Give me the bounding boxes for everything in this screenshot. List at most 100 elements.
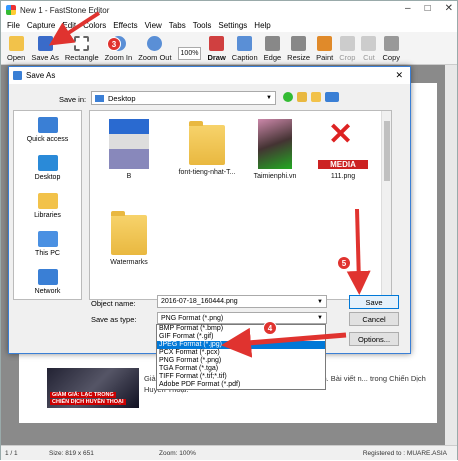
save-icon — [13, 71, 22, 80]
up-folder-icon[interactable] — [297, 92, 307, 102]
menu-edit[interactable]: Edit — [62, 21, 76, 30]
desktop-icon — [37, 155, 58, 171]
folder-icon — [189, 121, 225, 165]
dialog-close-button[interactable]: ✕ — [395, 70, 403, 81]
options-button[interactable]: Options... — [349, 332, 399, 346]
save-as-type-label: Save as type: — [91, 315, 137, 324]
zoom-status: Zoom: 100% — [159, 449, 196, 457]
canvas-scrollbar[interactable] — [445, 65, 457, 445]
file-list: B font-tieng-nhat-T... Taimienphi.vn ✕ M… — [89, 110, 392, 300]
file-item[interactable]: font-tieng-nhat-T... — [172, 119, 242, 176]
star-icon — [37, 117, 58, 133]
chevron-down-icon: ▼ — [317, 315, 323, 321]
save-in-select[interactable]: Desktop ▼ — [91, 91, 276, 105]
type-option-selected[interactable]: JPEG Format (*.jpg) — [157, 341, 325, 349]
status-bar: 1 / 1 Size: 819 x 651 Zoom: 100% Registe… — [1, 445, 457, 460]
file-type-dropdown: BMP Format (*.bmp) GIF Format (*.gif) JP… — [156, 324, 326, 390]
file-item[interactable]: B — [94, 119, 164, 180]
network-icon — [37, 269, 58, 285]
dialog-title-bar: Save As ✕ — [9, 67, 410, 84]
registration-text: Registered to : MUARE.ASIA — [362, 449, 447, 457]
copy-button[interactable]: Copy — [380, 36, 402, 64]
open-icon — [8, 36, 24, 51]
photo-thumbnail — [258, 119, 292, 169]
image-thumbnail — [109, 119, 149, 169]
save-button[interactable]: Save — [349, 295, 399, 309]
step-3-badge: 3 — [107, 37, 121, 51]
type-option[interactable]: BMP Format (*.bmp) — [157, 325, 325, 333]
place-libraries[interactable]: Libraries — [14, 187, 81, 225]
app-icon — [6, 5, 16, 15]
file-item[interactable]: Watermarks — [94, 209, 164, 266]
menu-settings[interactable]: Settings — [218, 21, 247, 30]
close-button[interactable]: ✕ — [445, 3, 453, 14]
resize-icon — [291, 36, 307, 51]
menu-help[interactable]: Help — [254, 21, 270, 30]
resize-button[interactable]: Resize — [285, 36, 312, 64]
folder-icon — [111, 211, 147, 255]
place-quick-access[interactable]: Quick access — [14, 111, 81, 149]
menu-view[interactable]: View — [145, 21, 162, 30]
menu-effects[interactable]: Effects — [113, 21, 137, 30]
zoom-out-icon — [147, 36, 163, 51]
logo-thumbnail: ✕ MEDIA — [318, 119, 368, 169]
cancel-button[interactable]: Cancel — [349, 312, 399, 326]
file-item[interactable]: Taimienphi.vn — [240, 119, 310, 180]
type-option[interactable]: GIF Format (*.gif) — [157, 333, 325, 341]
menu-tabs[interactable]: Tabs — [169, 21, 186, 30]
computer-icon — [37, 231, 58, 247]
draw-icon — [209, 36, 225, 51]
image-size: Size: 819 x 651 — [49, 449, 94, 457]
edge-button[interactable]: Edge — [262, 36, 284, 64]
save-in-label: Save in: — [59, 95, 87, 104]
view-menu-icon[interactable] — [325, 92, 339, 102]
menu-colors[interactable]: Colors — [83, 21, 106, 30]
type-option[interactable]: PNG Format (*.png) — [157, 357, 325, 365]
step-5-badge: 5 — [337, 256, 351, 270]
paint-button[interactable]: Paint — [314, 36, 335, 64]
page-indicator: 1 / 1 — [5, 449, 18, 457]
type-option[interactable]: Adobe PDF Format (*.pdf) — [157, 381, 325, 389]
zoom-level-select[interactable]: 100% — [176, 47, 204, 64]
scissors-icon — [361, 36, 377, 51]
zoom-out-button[interactable]: Zoom Out — [136, 36, 173, 64]
menu-capture[interactable]: Capture — [27, 21, 55, 30]
desktop-icon — [95, 94, 104, 102]
file-item[interactable]: ✕ MEDIA 111.png — [308, 119, 378, 180]
new-folder-icon[interactable] — [311, 92, 321, 102]
menu-bar: File Capture Edit Colors Effects View Ta… — [1, 19, 457, 32]
type-option[interactable]: PCX Format (*.pcx) — [157, 349, 325, 357]
cut-button[interactable]: Cut — [359, 36, 378, 64]
place-desktop[interactable]: Desktop — [14, 149, 81, 187]
place-this-pc[interactable]: This PC — [14, 225, 81, 263]
window-title: New 1 - FastStone Editor — [20, 5, 110, 15]
minimize-button[interactable]: – — [405, 3, 411, 14]
crop-button[interactable]: Crop — [337, 36, 357, 64]
type-option[interactable]: TIFF Format (*.tif;*.tif) — [157, 373, 325, 381]
crop-icon — [339, 36, 355, 51]
toolbar: Open Save As Rectangle Zoom In Zoom Out … — [1, 32, 457, 65]
menu-file[interactable]: File — [7, 21, 20, 30]
type-option[interactable]: TGA Format (*.tga) — [157, 365, 325, 373]
maximize-button[interactable]: □ — [425, 3, 431, 14]
rectangle-button[interactable]: Rectangle — [63, 36, 101, 64]
article-image: GIẢM GIÁ: LẠC TRONG CHIẾN DỊCH HUYỀN THO… — [47, 368, 139, 408]
place-network[interactable]: Network — [14, 263, 81, 301]
edge-icon — [264, 36, 280, 51]
draw-button[interactable]: Draw — [205, 36, 227, 64]
caption-button[interactable]: Caption — [230, 36, 260, 64]
open-button[interactable]: Open — [5, 36, 27, 64]
menu-tools[interactable]: Tools — [193, 21, 212, 30]
object-name-input[interactable]: 2016-07-18_160444.png ▼ — [157, 295, 327, 308]
chevron-down-icon: ▼ — [266, 95, 272, 101]
save-as-dialog: Save As ✕ Save in: Desktop ▼ Quick acces… — [8, 66, 411, 354]
scroll-thumb[interactable] — [384, 121, 390, 181]
save-as-type-select[interactable]: PNG Format (*.png) ▼ — [157, 312, 327, 324]
paint-icon — [317, 36, 333, 51]
faststone-editor-window: New 1 - FastStone Editor – □ ✕ File Capt… — [0, 0, 458, 460]
save-as-button[interactable]: Save As — [29, 36, 61, 64]
back-icon[interactable] — [283, 92, 293, 102]
title-bar: New 1 - FastStone Editor – □ ✕ — [1, 1, 457, 19]
x-logo-icon: ✕ — [328, 118, 354, 151]
file-list-scrollbar[interactable] — [381, 111, 391, 299]
